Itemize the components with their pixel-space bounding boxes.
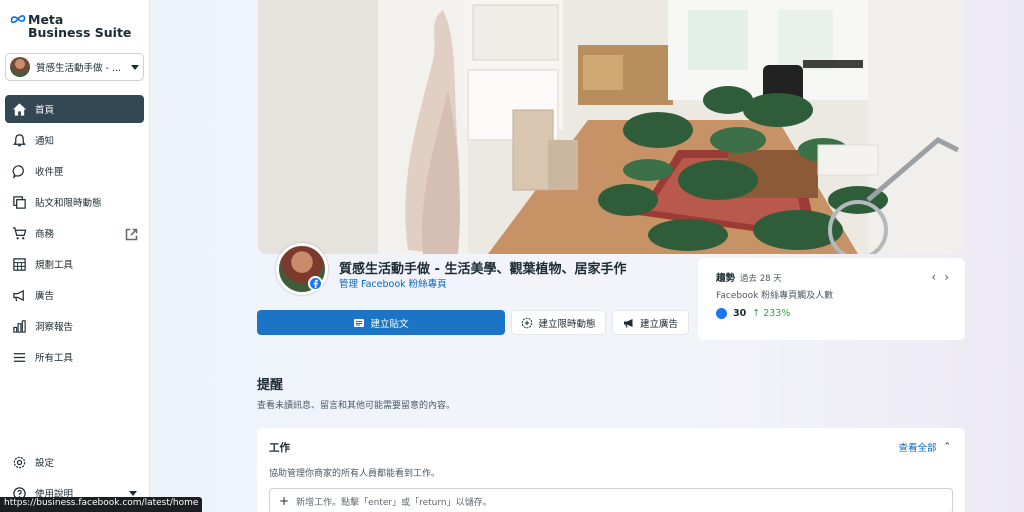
sidebar-item-all-tools[interactable]: 所有工具 [5,343,144,371]
sidebar-item-insights[interactable]: 洞察報告 [5,312,144,340]
bar-chart-icon [13,319,26,333]
status-bar-url: https://business.facebook.com/latest/hom… [0,497,203,512]
trends-card: 趨勢 過去 28 天 ‹ › Facebook 粉絲專頁觸及人數 30 ↑ 23… [698,258,965,340]
brand-line2: Business Suite [28,25,132,40]
external-link-icon [125,228,138,241]
tasks-title: 工作 [269,442,290,454]
bell-icon [13,133,26,146]
meta-infinity-icon [10,15,26,24]
trends-value: 30 [733,308,747,319]
sidebar-item-label: 設定 [35,458,55,469]
create-ad-button[interactable]: 建立廣告 [612,310,689,335]
reminders-title: 提醒 [257,378,284,393]
sidebar-item-label: 商務 [35,229,55,240]
sidebar-nav: 首頁 通知 收件匣 貼文和限時動態 商務 規劃工具 廣告 洞察報告 所有工具 [5,95,144,374]
account-avatar [10,57,30,77]
plus-icon: + [279,494,290,508]
posts-icon [13,195,26,209]
cover-photo [258,0,964,254]
sidebar-item-notifications[interactable]: 通知 [5,126,144,154]
caret-down-icon [129,491,137,496]
sidebar-item-ads[interactable]: 廣告 [5,281,144,309]
trends-metric: Facebook 粉絲專頁觸及人數 [716,291,834,301]
menu-icon [13,352,26,362]
trends-change: ↑ 233% [752,308,791,319]
facebook-badge-icon [308,276,323,291]
story-icon [522,317,533,328]
home-icon [12,102,27,116]
sidebar-item-label: 貼文和限時動態 [35,198,102,209]
chat-bubble-icon [12,164,24,179]
create-post-label: 建立貼文 [370,318,409,330]
meta-logo[interactable]: Meta Business Suite [10,13,131,39]
sidebar-item-label: 廣告 [35,291,55,302]
post-icon [354,318,365,327]
sidebar: Meta Business Suite 質感生活動手做 - ... 首頁 通知 … [0,0,150,512]
sidebar-item-label: 洞察報告 [35,322,74,333]
chevron-right-icon[interactable]: › [944,270,949,284]
new-task-placeholder: 新增工作。點擊「enter」或「return」以儲存。 [296,497,492,508]
sidebar-item-label: 通知 [35,136,55,147]
sidebar-item-planner[interactable]: 規劃工具 [5,250,144,278]
tasks-description: 協助管理你商家的所有人員都能看到工作。 [269,469,441,479]
caret-down-icon [131,64,139,70]
create-ad-label: 建立廣告 [639,318,678,330]
view-all-link[interactable]: 查看全部 ⌃ [898,440,951,454]
sidebar-item-label: 所有工具 [35,353,74,364]
sidebar-item-inbox[interactable]: 收件匣 [5,157,144,185]
gear-icon [13,456,26,468]
create-story-button[interactable]: 建立限時動態 [511,310,606,335]
create-post-button[interactable]: 建立貼文 [257,310,505,335]
trends-period: 過去 28 天 [740,274,782,284]
sidebar-item-label: 收件匣 [35,167,64,178]
sidebar-item-commerce[interactable]: 商務 [5,219,144,247]
page-title: 質感生活動手做 - 生活美學、觀葉植物、居家手作 [339,262,627,277]
chevron-left-icon[interactable]: ‹ [931,270,936,284]
account-name: 質感生活動手做 - ... [36,63,122,74]
new-task-input[interactable]: + 新增工作。點擊「enter」或「return」以儲存。 [269,488,953,512]
cover-photo-illustration [258,0,964,254]
sidebar-item-posts[interactable]: 貼文和限時動態 [5,188,144,216]
chevron-up-icon[interactable]: ⌃ [943,442,951,452]
sidebar-item-label: 首頁 [35,105,55,116]
cart-icon [12,226,27,239]
facebook-icon [716,308,727,319]
view-all-label: 查看全部 [898,443,937,454]
megaphone-icon [13,289,24,301]
reminders-description: 查看未讀訊息、留言和其他可能需要留意的內容。 [257,401,456,411]
main-content: 質感生活動手做 - 生活美學、觀葉植物、居家手作 管理 Facebook 粉絲專… [151,0,1024,512]
trends-change-value: 233% [763,308,791,319]
sidebar-item-home[interactable]: 首頁 [5,95,144,123]
create-story-label: 建立限時動態 [538,318,596,330]
sidebar-item-label: 規劃工具 [35,260,74,271]
tasks-card: 工作 查看全部 ⌃ 協助管理你商家的所有人員都能看到工作。 + 新增工作。點擊「… [257,428,965,512]
calendar-grid-icon [13,257,26,271]
sidebar-item-settings[interactable]: 設定 [5,448,144,476]
account-selector[interactable]: 質感生活動手做 - ... [5,53,144,81]
megaphone-icon [623,318,633,328]
trends-title: 趨勢 [716,273,736,284]
manage-page-link[interactable]: 管理 Facebook 粉絲專頁 [339,276,447,290]
